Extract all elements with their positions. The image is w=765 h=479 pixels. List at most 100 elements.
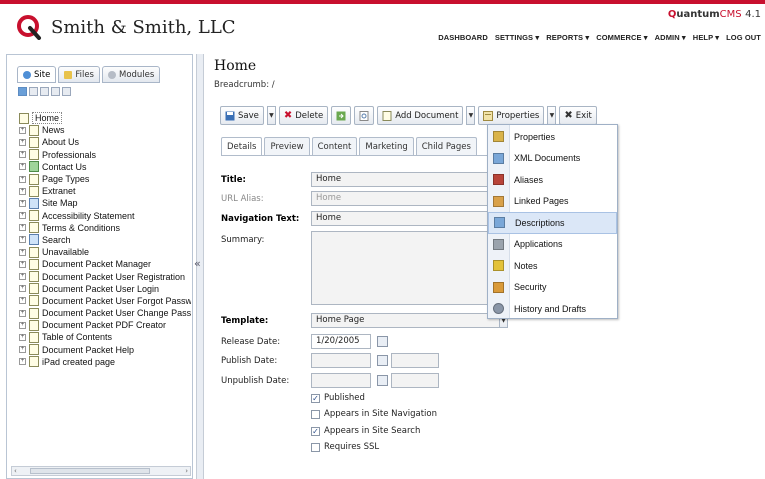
menu-item-descriptions[interactable]: Descriptions (488, 212, 617, 234)
unpublish-time-field[interactable] (391, 373, 439, 388)
tab-files[interactable]: Files (58, 66, 100, 83)
expand-icon[interactable]: + (19, 333, 26, 341)
tab-marketing[interactable]: Marketing (359, 137, 414, 155)
site-search-checkbox[interactable]: ✓ Appears in Site Search (311, 426, 420, 436)
checkbox-box[interactable]: ✓ (311, 426, 320, 436)
add-document-chevron-down-icon[interactable]: ▼ (466, 106, 476, 125)
expand-icon[interactable]: + (19, 297, 26, 305)
tab-content[interactable]: Content (311, 137, 358, 155)
tree-node[interactable]: + Document Packet User Login (19, 283, 191, 295)
scroll-right-icon[interactable]: › (185, 467, 188, 475)
nav-admin[interactable]: ADMIN ▾ (655, 33, 686, 42)
expand-icon[interactable]: + (19, 151, 26, 159)
menu-item-xml-documents[interactable]: XML Documents (488, 148, 617, 170)
menu-item-applications[interactable]: Applications (488, 234, 617, 256)
tree-node[interactable]: + News (19, 124, 191, 136)
expand-icon[interactable]: + (19, 260, 26, 268)
tab-details[interactable]: Details (221, 137, 263, 156)
tree-node[interactable]: + Document Packet User Registration (19, 270, 191, 283)
expand-icon[interactable]: + (19, 126, 26, 134)
expand-icon[interactable]: + (19, 273, 26, 281)
nav-dashboard[interactable]: DASHBOARD (438, 33, 488, 42)
add-document-button[interactable]: Add Document (377, 106, 464, 125)
menu-item-linked-pages[interactable]: Linked Pages (488, 191, 617, 213)
expand-icon[interactable]: + (19, 285, 26, 293)
tab-child-pages[interactable]: Child Pages (415, 137, 477, 155)
expand-icon[interactable]: + (19, 346, 26, 354)
expand-icon[interactable]: + (19, 212, 26, 220)
tab-modules[interactable]: Modules (101, 66, 161, 83)
menu-item-security[interactable]: Security (488, 277, 617, 299)
unpublish-calendar-icon[interactable] (377, 375, 388, 386)
menu-item-notes[interactable]: Notes (488, 255, 617, 277)
save-options-chevron-down-icon[interactable]: ▼ (266, 106, 276, 125)
nav-reports[interactable]: REPORTS ▾ (546, 33, 589, 42)
menu-item-aliases[interactable]: Aliases (488, 169, 617, 191)
template-select[interactable]: Home Page (311, 313, 501, 328)
properties-button[interactable]: Properties (478, 106, 545, 125)
expand-icon[interactable]: + (19, 321, 26, 329)
tab-preview[interactable]: Preview (264, 137, 310, 155)
properties-chevron-down-icon[interactable]: ▼ (547, 106, 557, 125)
release-calendar-icon[interactable] (377, 336, 388, 347)
publish-time-field[interactable] (391, 353, 439, 368)
tree-node[interactable]: + Document Packet PDF Creator (19, 319, 191, 331)
refresh-icon[interactable] (18, 87, 27, 96)
scroll-left-icon[interactable]: ‹ (14, 467, 17, 475)
expand-icon[interactable]: + (19, 236, 26, 244)
exit-button[interactable]: ✖ Exit (559, 106, 597, 125)
tree-node-home[interactable]: Home (19, 112, 191, 125)
expand-icon[interactable]: + (19, 187, 26, 195)
title-field[interactable]: Home (311, 172, 496, 187)
tree-node[interactable]: + Unavailable (19, 246, 191, 258)
expand-icon[interactable]: + (19, 175, 26, 183)
tree-node[interactable]: + Professionals (19, 149, 191, 161)
horizontal-scrollbar[interactable]: ‹ › (11, 466, 191, 476)
scrollbar-thumb[interactable] (30, 468, 150, 474)
tree-node[interactable]: + Document Packet Help (19, 344, 191, 356)
nav-help[interactable]: HELP ▾ (693, 33, 719, 42)
tree-node[interactable]: + Extranet (19, 185, 191, 197)
release-date-field[interactable]: 1/20/2005 (311, 334, 371, 349)
published-checkbox[interactable]: ✓ Published (311, 393, 365, 403)
tab-site[interactable]: Site (17, 66, 57, 83)
unpublish-date-field[interactable] (311, 373, 371, 388)
tree-node[interactable]: + Document Packet Manager (19, 258, 191, 270)
tree-node[interactable]: + Site Map (19, 197, 191, 209)
nav-settings[interactable]: SETTINGS ▾ (495, 33, 539, 42)
summary-textarea[interactable] (311, 231, 496, 305)
menu-item-properties[interactable]: Properties (488, 126, 617, 148)
tree-node[interactable]: + Search (19, 234, 191, 246)
tree-node[interactable]: + Table of Contents (19, 331, 191, 343)
expand-all-icon[interactable] (29, 87, 38, 96)
collapse-panel-icon[interactable]: « (194, 257, 201, 270)
expand-icon[interactable]: + (19, 199, 26, 207)
requires-ssl-checkbox[interactable]: Requires SSL (311, 442, 379, 452)
publish-calendar-icon[interactable] (377, 355, 388, 366)
move-down-icon[interactable] (51, 87, 60, 96)
move-up-icon[interactable] (62, 87, 71, 96)
navigation-text-field[interactable]: Home (311, 211, 496, 226)
checkbox-box[interactable]: ✓ (311, 393, 320, 403)
checkbox-box[interactable] (311, 409, 320, 419)
nav-commerce[interactable]: COMMERCE ▾ (596, 33, 647, 42)
tree-node[interactable]: + Accessibility Statement (19, 210, 191, 222)
delete-button[interactable]: ✖ Delete (278, 106, 329, 125)
tree-node[interactable]: + Page Types (19, 173, 191, 185)
panel-splitter[interactable]: « (194, 54, 204, 479)
expand-icon[interactable]: + (19, 358, 26, 366)
tree-node[interactable]: + Contact Us (19, 161, 191, 173)
tree-node[interactable]: + Document Packet User Change Password (19, 307, 191, 319)
tree-node[interactable]: + Document Packet User Forgot Password (19, 295, 191, 307)
tree-node[interactable]: + About Us (19, 136, 191, 148)
expand-icon[interactable]: + (19, 163, 26, 171)
expand-icon[interactable]: + (19, 248, 26, 256)
url-alias-field[interactable]: Home (311, 191, 496, 206)
checkbox-box[interactable] (311, 442, 320, 452)
collapse-all-icon[interactable] (40, 87, 49, 96)
preview-button[interactable] (354, 106, 375, 125)
tree-node[interactable]: + Terms & Conditions (19, 222, 191, 234)
expand-icon[interactable]: + (19, 224, 26, 232)
tree-node[interactable]: + iPad created page (19, 356, 191, 368)
nav-logout[interactable]: LOG OUT (726, 33, 761, 42)
